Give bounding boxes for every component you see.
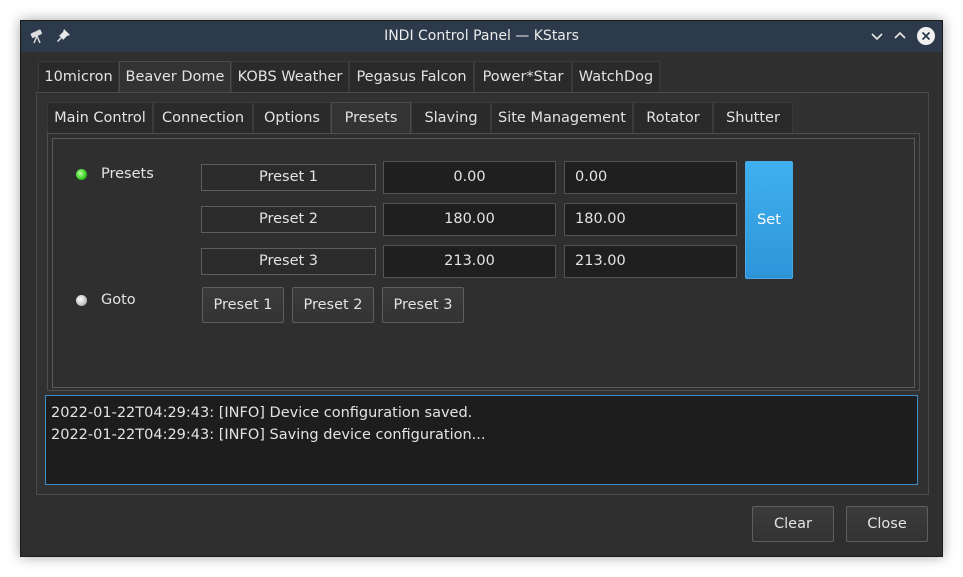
tab-device-kobs-weather[interactable]: KOBS Weather	[231, 61, 349, 93]
preset-1-value: 0.00	[383, 161, 556, 194]
preset-3-input[interactable]: 213.00	[564, 245, 737, 278]
preset-2-input[interactable]: 180.00	[564, 203, 737, 236]
goto-label: Goto	[101, 292, 136, 308]
tab-device-beaver-dome[interactable]: Beaver Dome	[119, 61, 231, 94]
tab-device-power-star[interactable]: Power*Star	[474, 61, 572, 93]
set-button[interactable]: Set	[745, 161, 793, 279]
tab-main-control[interactable]: Main Control	[47, 102, 153, 134]
preset-1-label: Preset 1	[201, 164, 376, 191]
chevron-up-icon[interactable]	[892, 28, 908, 44]
tab-rotator[interactable]: Rotator	[633, 102, 713, 134]
preset-3-value: 213.00	[383, 245, 556, 278]
tab-device-watchdog[interactable]: WatchDog	[572, 61, 660, 93]
close-icon[interactable]	[917, 27, 935, 45]
tab-device-pegasus-falcon[interactable]: Pegasus Falcon	[349, 61, 474, 93]
tab-slaving[interactable]: Slaving	[411, 102, 491, 134]
goto-preset-1-button[interactable]: Preset 1	[202, 287, 284, 323]
preset-2-value: 180.00	[383, 203, 556, 236]
log-line: 2022-01-22T04:29:43: [INFO] Saving devic…	[51, 427, 486, 443]
goto-preset-2-button[interactable]: Preset 2	[292, 287, 374, 323]
presets-label: Presets	[101, 166, 154, 182]
preset-1-input[interactable]: 0.00	[564, 161, 737, 194]
presets-panel: Presets Preset 1 0.00 0.00 Preset 2 180.…	[47, 133, 920, 391]
clear-button[interactable]: Clear	[752, 506, 834, 542]
tab-options[interactable]: Options	[253, 102, 331, 134]
goto-preset-3-button[interactable]: Preset 3	[382, 287, 464, 323]
log-line: 2022-01-22T04:29:43: [INFO] Device confi…	[51, 405, 473, 421]
indi-control-panel-window: INDI Control Panel — KStars 10micron Bea…	[20, 20, 943, 557]
chevron-down-icon[interactable]	[869, 28, 885, 44]
window-title: INDI Control Panel — KStars	[384, 28, 579, 44]
close-button[interactable]: Close	[846, 506, 928, 542]
presets-group: Presets Preset 1 0.00 0.00 Preset 2 180.…	[52, 138, 915, 388]
preset-3-label: Preset 3	[201, 248, 376, 275]
title-bar[interactable]: INDI Control Panel — KStars	[21, 21, 942, 52]
presets-status-led	[76, 169, 87, 180]
tab-site-management[interactable]: Site Management	[491, 102, 633, 134]
tab-shutter[interactable]: Shutter	[713, 102, 793, 134]
preset-2-label: Preset 2	[201, 206, 376, 233]
message-log[interactable]: 2022-01-22T04:29:43: [INFO] Device confi…	[45, 395, 918, 485]
tab-connection[interactable]: Connection	[153, 102, 253, 134]
tab-presets[interactable]: Presets	[331, 102, 411, 135]
tab-device-10micron[interactable]: 10micron	[38, 61, 119, 93]
goto-status-led	[76, 295, 87, 306]
